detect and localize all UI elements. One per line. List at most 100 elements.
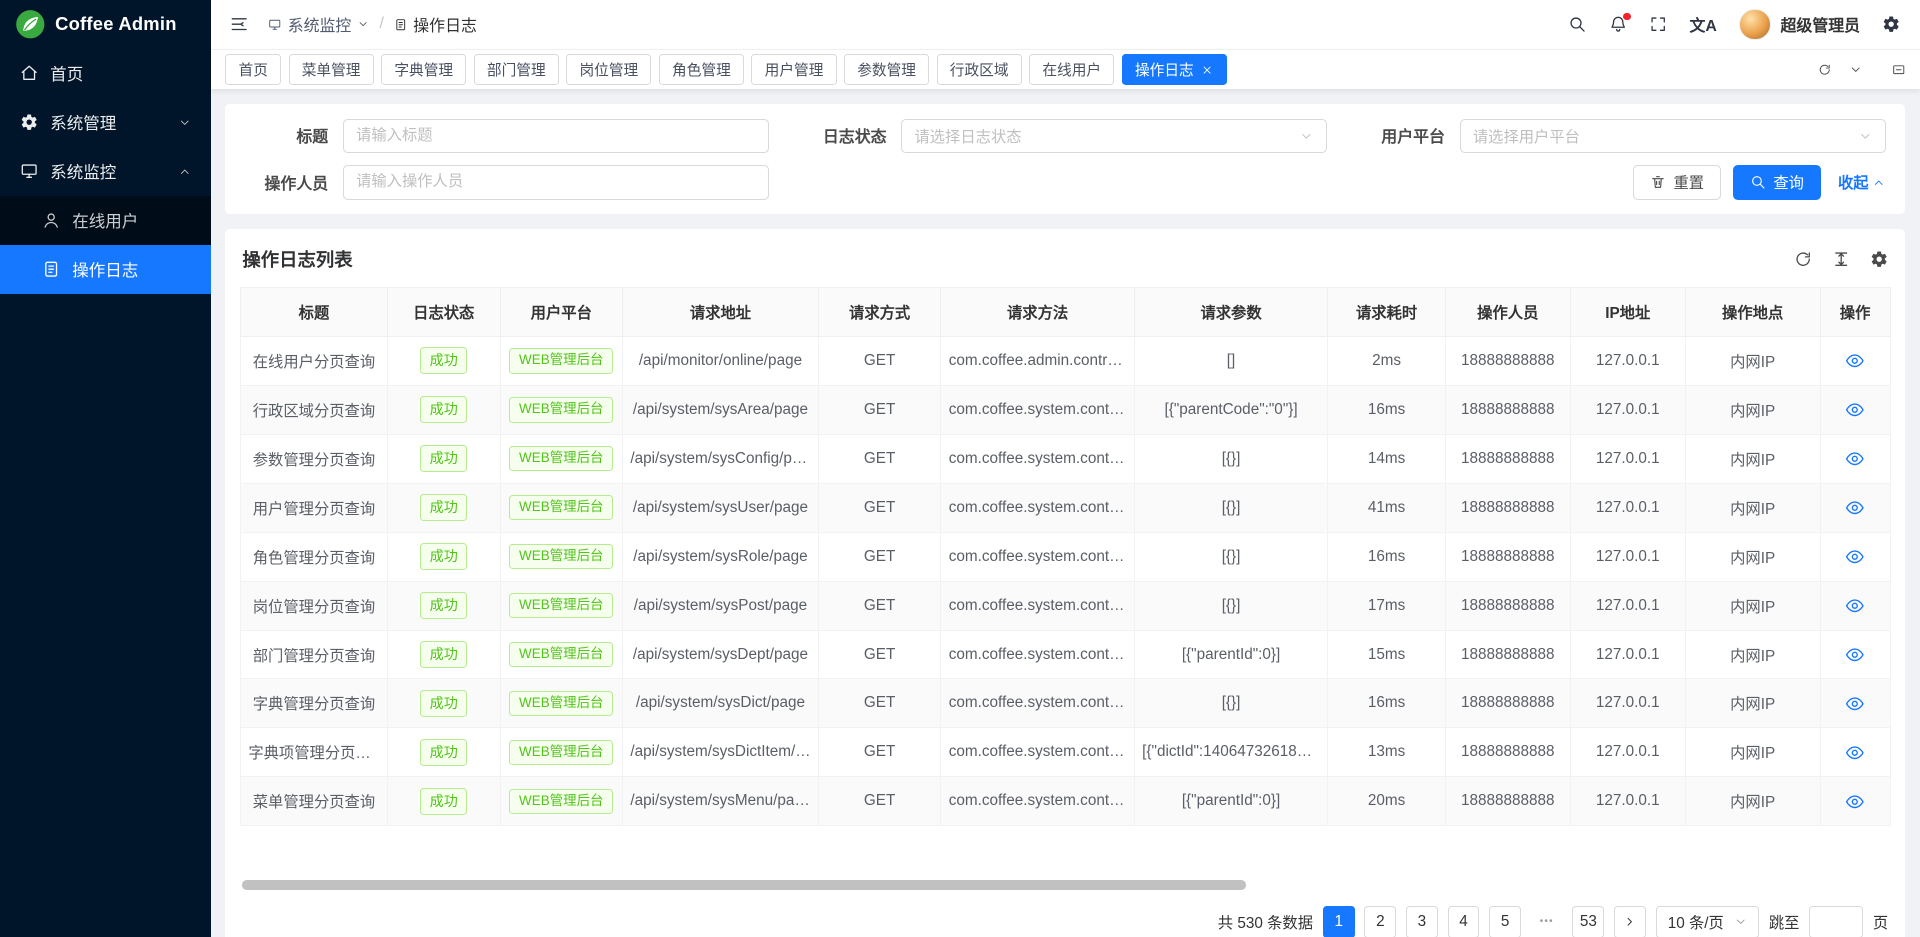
platform-filter-select[interactable]: 请选择用户平台: [1460, 119, 1886, 153]
tab-7[interactable]: 参数管理: [844, 54, 929, 85]
tab-6[interactable]: 用户管理: [751, 54, 836, 85]
column-header: 操作人员: [1445, 287, 1570, 336]
cell-method: GET: [818, 581, 940, 630]
page-button-1[interactable]: 1: [1323, 906, 1355, 937]
collapse-filters-link[interactable]: 收起: [1838, 171, 1886, 193]
user-menu[interactable]: 超级管理员: [1739, 9, 1860, 41]
logo-leaf-icon: [15, 9, 46, 40]
breadcrumb-item-monitor[interactable]: 系统监控: [268, 13, 370, 36]
view-detail-eye-icon[interactable]: [1845, 351, 1865, 371]
page-button-5[interactable]: 5: [1489, 906, 1521, 937]
filter-panel: 标题 日志状态 请选择日志状态 用户平台 请选择用户平台: [225, 104, 1905, 214]
cell-platform: WEB管理后台: [500, 728, 622, 777]
trash-icon: [1650, 174, 1666, 190]
tab-9[interactable]: 在线用户: [1029, 54, 1114, 85]
cell-handler: com.coffee.system.controlle...: [941, 581, 1134, 630]
sidebar-item-online-users[interactable]: 在线用户: [0, 196, 211, 245]
cell-handler: com.coffee.system.controlle...: [941, 630, 1134, 679]
tab-2[interactable]: 字典管理: [381, 54, 466, 85]
operator-filter-input[interactable]: [343, 165, 769, 199]
sidebar-item-home[interactable]: 首页: [0, 49, 211, 98]
view-detail-eye-icon[interactable]: [1845, 449, 1865, 469]
view-detail-eye-icon[interactable]: [1845, 498, 1865, 518]
content-fullscreen-icon[interactable]: [1892, 63, 1905, 76]
view-detail-eye-icon[interactable]: [1845, 792, 1865, 812]
search-button[interactable]: 查询: [1733, 165, 1821, 199]
view-detail-eye-icon[interactable]: [1845, 694, 1865, 714]
tab-8[interactable]: 行政区域: [937, 54, 1022, 85]
sidebar-item-system-management[interactable]: 系统管理: [0, 98, 211, 147]
cell-operator: 18888888888: [1445, 483, 1570, 532]
cell-handler: com.coffee.system.controlle...: [941, 385, 1134, 434]
operator-filter-label: 操作人员: [245, 171, 343, 194]
cell-duration: 20ms: [1328, 777, 1446, 826]
status-filter-label: 日志状态: [803, 124, 901, 147]
view-detail-eye-icon[interactable]: [1845, 400, 1865, 420]
title-filter-input[interactable]: [343, 119, 769, 153]
platform-badge: WEB管理后台: [509, 348, 613, 374]
monitor-icon: [268, 18, 281, 31]
jump-page-input[interactable]: [1809, 906, 1863, 937]
reset-button[interactable]: 重置: [1633, 165, 1721, 199]
tab-4[interactable]: 岗位管理: [566, 54, 651, 85]
translate-icon[interactable]: 文A: [1689, 13, 1716, 36]
platform-badge: WEB管理后台: [509, 446, 613, 472]
breadcrumb-item-operation-log[interactable]: 操作日志: [394, 13, 477, 36]
page-button-53[interactable]: 53: [1572, 906, 1604, 937]
view-detail-eye-icon[interactable]: [1845, 547, 1865, 567]
settings-gear-icon[interactable]: [1882, 15, 1900, 33]
horizontal-scrollbar-thumb[interactable]: [242, 880, 1246, 890]
sidebar-menu: 首页 系统管理 系统监控 在线用户 操作日志: [0, 49, 211, 294]
app-logo[interactable]: Coffee Admin: [0, 0, 211, 49]
table-head-row: 标题日志状态用户平台请求地址请求方式请求方法请求参数请求耗时操作人员IP地址操作…: [240, 287, 1890, 336]
status-filter-select[interactable]: 请选择日志状态: [901, 119, 1327, 153]
cell-actions: [1820, 728, 1890, 777]
app-title: Coffee Admin: [55, 13, 177, 35]
sidebar-item-system-monitor[interactable]: 系统监控: [0, 147, 211, 196]
view-detail-eye-icon[interactable]: [1845, 743, 1865, 763]
tab-1[interactable]: 菜单管理: [289, 54, 374, 85]
table-row: 岗位管理分页查询成功WEB管理后台/api/system/sysPost/pag…: [240, 581, 1890, 630]
cell-duration: 41ms: [1328, 483, 1446, 532]
tabbar-actions: [1818, 63, 1905, 76]
refresh-list-icon[interactable]: [1794, 250, 1812, 268]
list-header: 操作日志列表: [240, 244, 1891, 287]
menu-fold-icon[interactable]: [230, 15, 248, 33]
search-icon[interactable]: [1568, 15, 1586, 33]
cell-title: 岗位管理分页查询: [240, 581, 387, 630]
refresh-tabs-icon[interactable]: [1818, 63, 1831, 76]
content: 标题 日志状态 请选择日志状态 用户平台 请选择用户平台: [211, 89, 1920, 937]
tab-options-chevron-icon[interactable]: [1849, 63, 1862, 76]
view-detail-eye-icon[interactable]: [1845, 645, 1865, 665]
page-button-3[interactable]: 3: [1406, 906, 1438, 937]
view-detail-eye-icon[interactable]: [1845, 596, 1865, 616]
cell-url: /api/system/sysMenu/page: [623, 777, 819, 826]
title-filter-label: 标题: [245, 124, 343, 147]
sidebar-item-label: 操作日志: [72, 257, 138, 281]
tab-label: 在线用户: [1042, 59, 1101, 80]
tab-3[interactable]: 部门管理: [474, 54, 559, 85]
home-icon: [20, 64, 38, 82]
fullscreen-icon[interactable]: [1649, 15, 1667, 33]
tab-0[interactable]: 首页: [225, 54, 281, 85]
sidebar-item-operation-log[interactable]: 操作日志: [0, 245, 211, 294]
cell-handler: com.coffee.system.controlle...: [941, 434, 1134, 483]
column-settings-gear-icon[interactable]: [1870, 250, 1888, 268]
platform-badge: WEB管理后台: [509, 789, 613, 815]
tab-10[interactable]: 操作日志: [1122, 54, 1227, 85]
page-button-2[interactable]: 2: [1364, 906, 1396, 937]
notification-bell-icon[interactable]: [1609, 15, 1627, 33]
cell-params: [{}]: [1134, 483, 1327, 532]
page-size-select[interactable]: 10 条/页: [1656, 906, 1759, 937]
cell-ip: 127.0.0.1: [1570, 483, 1685, 532]
row-density-icon[interactable]: [1832, 250, 1850, 268]
cell-status: 成功: [387, 581, 500, 630]
cell-ip: 127.0.0.1: [1570, 385, 1685, 434]
tab-5[interactable]: 角色管理: [659, 54, 744, 85]
tab-label: 用户管理: [765, 59, 824, 80]
close-tab-icon[interactable]: [1201, 64, 1213, 76]
cell-ip: 127.0.0.1: [1570, 532, 1685, 581]
cell-method: GET: [818, 434, 940, 483]
next-page-button[interactable]: [1614, 906, 1646, 937]
page-button-4[interactable]: 4: [1448, 906, 1480, 937]
